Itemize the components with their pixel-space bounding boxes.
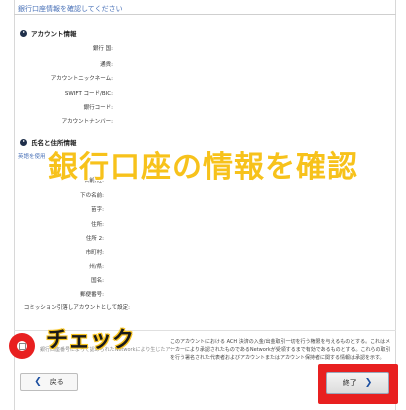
field-account-number: アカウントナンバー: xyxy=(61,119,113,125)
section-arrow-icon xyxy=(20,138,27,146)
finish-button-label: 終了 xyxy=(342,379,357,387)
dialog-frame: 銀行口座情報を確認してください アカウント情報 銀行 国: 通貨: アカウントニ… xyxy=(0,0,406,410)
check-callout: チェック xyxy=(46,328,135,353)
account-section-heading: アカウント情報 xyxy=(20,28,77,38)
chevron-right-icon: ❯ xyxy=(364,378,373,388)
overlay-title: 銀行口座の情報を確認 xyxy=(48,150,358,185)
field-commission-account: コミッション引落しアカウントとして設定: xyxy=(23,305,130,311)
agreement-checkbox[interactable] xyxy=(19,343,26,350)
field-currency: 通貨: xyxy=(100,62,113,68)
field-account-nickname: アカウントニックネーム: xyxy=(50,76,113,82)
field-city: 市町村: xyxy=(85,250,104,256)
page-title: 銀行口座情報を確認してください xyxy=(18,5,123,13)
field-bank-country: 銀行 国: xyxy=(92,46,113,52)
field-swift-bic: SWIFT コード/BIC: xyxy=(64,91,113,97)
field-last-name: 苗字: xyxy=(91,207,104,213)
divider xyxy=(14,14,396,15)
field-address-2: 住所 2: xyxy=(85,236,104,242)
field-state: 州/県: xyxy=(89,264,104,270)
chevron-left-icon: ❮ xyxy=(34,377,42,387)
back-button[interactable]: ❮ 戻る xyxy=(20,373,78,391)
back-button-label: 戻る xyxy=(49,378,64,386)
field-address: 住所: xyxy=(91,222,104,228)
account-heading-text: アカウント情報 xyxy=(31,30,77,38)
field-country: 国名: xyxy=(91,278,104,284)
finish-button[interactable]: 終了 ❯ xyxy=(326,372,389,394)
field-postal-code: 郵便番号: xyxy=(80,292,104,298)
use-english-link[interactable]: 英語を使用 xyxy=(18,152,46,160)
field-bank-code: 銀行コード: xyxy=(83,105,113,111)
field-first-name: 下の名前: xyxy=(80,193,104,199)
section-arrow-icon xyxy=(20,29,27,37)
agreement-text: このアカウントにおける ACH 決済の入金/出金取引一切を行う権限を与えるものと… xyxy=(170,339,391,361)
